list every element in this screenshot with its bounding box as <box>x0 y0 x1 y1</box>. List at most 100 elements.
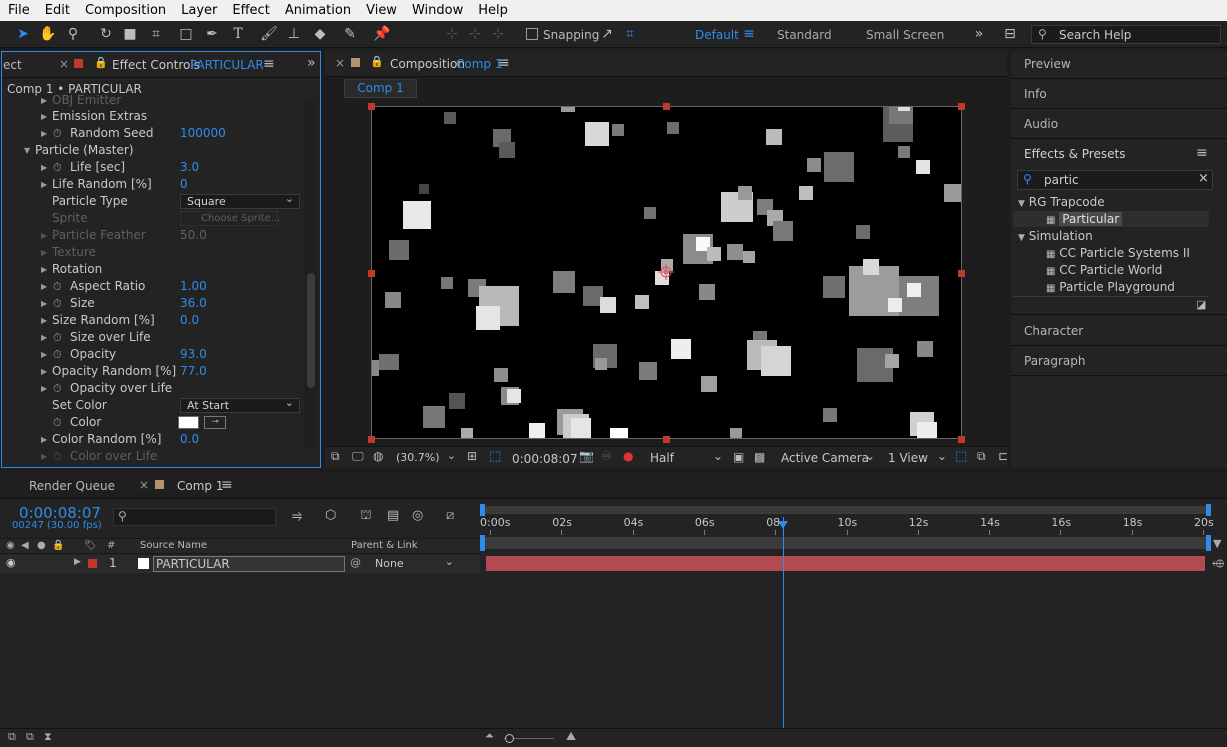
search-help-field[interactable]: ⚲ Search Help <box>1031 25 1221 44</box>
timeline-menu-icon[interactable]: ≡ <box>221 477 233 493</box>
monitor-icon[interactable]: 🖵 <box>352 449 364 464</box>
audio-switch-icon[interactable]: ◀ <box>21 540 29 551</box>
menu-composition[interactable]: Composition <box>77 3 173 18</box>
comp-breadcrumb[interactable]: Comp 1 <box>344 79 417 98</box>
scrollbar-thumb[interactable] <box>307 273 315 388</box>
set-color-dropdown[interactable]: At Start <box>180 396 300 413</box>
prop-row-opacity[interactable]: ▶ ⏱ Opacity 93.0 <box>2 346 304 363</box>
hand-tool-icon[interactable]: ✋ <box>39 25 57 43</box>
prop-row-random-seed[interactable]: ▶ ⏱ Random Seed 100000 <box>2 125 304 142</box>
menu-animation[interactable]: Animation <box>277 3 358 18</box>
more-workspaces-icon[interactable]: » <box>970 25 988 43</box>
lock-switch-icon[interactable]: 🔒 <box>52 540 64 551</box>
shy-layers-icon[interactable]: ⛫ <box>360 508 372 525</box>
fast-draft-icon[interactable]: ⧉ <box>977 449 986 464</box>
solo-switch-icon[interactable]: ● <box>37 540 46 551</box>
transform-handle[interactable] <box>958 103 965 110</box>
fx-item-cc-particle-world[interactable]: ▦ CC Particle World <box>1046 263 1162 277</box>
close-tab-icon[interactable]: × <box>59 57 69 71</box>
comp-viewer-canvas[interactable] <box>371 106 962 439</box>
pick-whip-icon[interactable]: @ <box>350 556 361 569</box>
toggle-pixel-aspect-icon[interactable]: ⬚ <box>955 449 967 464</box>
menu-window[interactable]: Window <box>404 3 470 18</box>
eyedropper-icon[interactable]: ⊸ <box>204 416 226 429</box>
prev-tab-label[interactable]: ect <box>3 58 22 72</box>
in-out-controls-icon[interactable]: ⧗ <box>44 730 52 744</box>
close-comp-tab-icon[interactable]: × <box>335 56 345 70</box>
prop-row-color-over-life[interactable]: ▶ ⏱ Color over Life <box>2 448 304 462</box>
prop-row-aspect-ratio[interactable]: ▶ ⏱ Aspect Ratio 1.00 <box>2 278 304 295</box>
prop-row-life-random[interactable]: ▶ Life Random [%] 0 <box>2 176 304 193</box>
layer-name-field[interactable]: PARTICULAR <box>153 556 345 572</box>
fx-item-cc-particle-systems[interactable]: ▦ CC Particle Systems II <box>1046 246 1190 260</box>
frame-blending-icon[interactable]: ▤ <box>387 508 399 523</box>
graph-editor-icon[interactable]: ⧄ <box>446 508 454 523</box>
new-preset-icon[interactable]: ◪ <box>1196 298 1206 311</box>
effects-search-field[interactable]: ⚲ partic × <box>1017 170 1213 190</box>
layer-duration-bar[interactable] <box>486 556 1205 571</box>
roto-brush-tool-icon[interactable]: ✎ <box>341 25 359 43</box>
zoom-tool-icon[interactable]: ⚲ <box>64 25 82 43</box>
rectangle-tool-icon[interactable]: □ <box>177 25 195 43</box>
transform-handle[interactable] <box>663 103 670 110</box>
prop-row-opacity-random[interactable]: ▶ Opacity Random [%] 77.0 <box>2 363 304 380</box>
navigator-start-handle[interactable] <box>480 535 485 551</box>
transfer-controls-icon[interactable]: ⧉ <box>26 730 34 744</box>
zoom-dropdown[interactable]: (30.7%) ⌄ <box>396 449 458 466</box>
fx-group-simulation[interactable]: ▼ Simulation <box>1018 229 1093 243</box>
camera-view-dropdown[interactable]: Active Camera ⌄ <box>777 449 877 466</box>
timeline-comp-tab[interactable]: Comp 1 <box>177 479 223 493</box>
comp-panel-menu-icon[interactable]: ≡ <box>498 55 510 71</box>
prop-row-texture[interactable]: ▶ Texture <box>2 244 304 261</box>
prop-row-size-random[interactable]: ▶ Size Random [%] 0.0 <box>2 312 304 329</box>
effects-panel-menu-icon[interactable]: ≡ <box>1196 145 1208 161</box>
comp-lock-icon[interactable]: 🔒 <box>370 55 384 68</box>
prop-row-particle-master[interactable]: ▼ Particle (Master) <box>2 142 304 159</box>
clone-stamp-tool-icon[interactable]: ⊥ <box>285 25 303 43</box>
show-snapshot-icon[interactable]: ♾ <box>601 449 612 463</box>
mask-visibility-icon[interactable]: ◍ <box>373 449 383 463</box>
menu-file[interactable]: File <box>0 3 37 18</box>
workspace-menu-icon[interactable]: ≡ <box>740 25 758 43</box>
fast-previews-icon[interactable]: ▣ <box>733 450 744 464</box>
type-tool-icon[interactable]: T <box>229 25 247 43</box>
fx-group-rg-trapcode[interactable]: ▼ RG Trapcode <box>1018 195 1105 209</box>
menu-view[interactable]: View <box>358 3 404 18</box>
layer-switches-icon[interactable]: ⧉ <box>8 730 16 744</box>
prop-row-size[interactable]: ▶ ⏱ Size 36.0 <box>2 295 304 312</box>
character-panel-tab[interactable]: Character <box>1024 324 1083 338</box>
choose-sprite-button[interactable]: Choose Sprite... <box>180 211 280 226</box>
video-switch-icon[interactable]: ◉ <box>6 540 15 551</box>
prop-row-color[interactable]: ⏱ Color ⊸ <box>2 414 304 431</box>
timeline-link-icon[interactable]: ⊏ <box>998 449 1008 463</box>
current-time-display[interactable]: 0:00:08:07 <box>512 452 578 466</box>
prop-row-particle-feather[interactable]: ▶ Particle Feather 50.0 <box>2 227 304 244</box>
snap-edges-icon[interactable]: ↗ <box>598 25 616 43</box>
snapping-checkbox[interactable] <box>526 28 538 40</box>
zoom-in-icon[interactable]: ⛰ <box>566 729 576 744</box>
transparency-grid-icon[interactable]: ▩ <box>754 450 765 464</box>
close-timeline-tab-icon[interactable]: × <box>139 478 149 492</box>
draft-3d-icon[interactable]: ⬡ <box>325 508 336 523</box>
menu-edit[interactable]: Edit <box>37 3 77 18</box>
local-axis-icon[interactable]: ⊹ <box>443 25 461 43</box>
stopwatch-icon[interactable]: ⏱ <box>53 329 62 346</box>
transform-handle[interactable] <box>368 103 375 110</box>
layer-label-swatch[interactable] <box>88 559 97 568</box>
parent-link-column[interactable]: Parent & Link <box>351 540 418 551</box>
audio-panel-tab[interactable]: Audio <box>1024 117 1058 131</box>
stopwatch-icon[interactable]: ⏱ <box>53 414 62 431</box>
pen-tool-icon[interactable]: ✒ <box>203 25 221 43</box>
stopwatch-icon[interactable]: ⏱ <box>53 125 62 142</box>
transform-handle[interactable] <box>368 270 375 277</box>
effect-controls-scrollbar[interactable] <box>304 98 318 448</box>
source-name-column[interactable]: Source Name <box>140 540 207 551</box>
layer-visibility-eye-icon[interactable]: ◉ <box>6 556 16 569</box>
playhead-marker[interactable] <box>778 521 789 529</box>
region-of-interest-icon[interactable]: ⬚ <box>489 449 501 464</box>
transform-handle[interactable] <box>958 270 965 277</box>
pan-behind-tool-icon[interactable]: ⌗ <box>147 25 165 43</box>
comp-button-icon[interactable]: ▼ <box>1213 537 1221 550</box>
info-panel-tab[interactable]: Info <box>1024 87 1047 101</box>
menu-layer[interactable]: Layer <box>173 3 224 18</box>
